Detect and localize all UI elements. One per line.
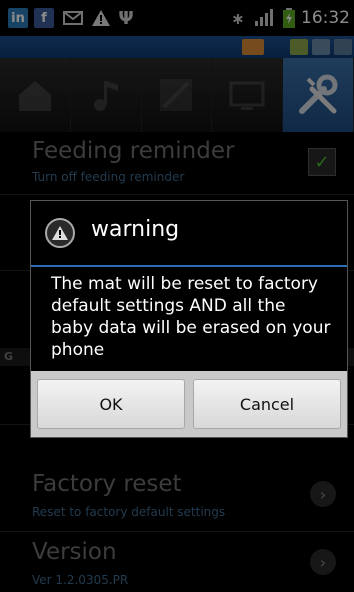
dialog-title: warning (91, 217, 180, 242)
dialog-button-bar: OK Cancel (31, 371, 347, 437)
ok-button[interactable]: OK (37, 379, 185, 429)
warning-dialog: warning The mat will be reset to factory… (30, 200, 348, 438)
cancel-button[interactable]: Cancel (193, 379, 341, 429)
warning-icon (45, 218, 75, 248)
dialog-message: The mat will be reset to factory default… (51, 274, 331, 360)
dialog-header: warning (31, 201, 347, 267)
